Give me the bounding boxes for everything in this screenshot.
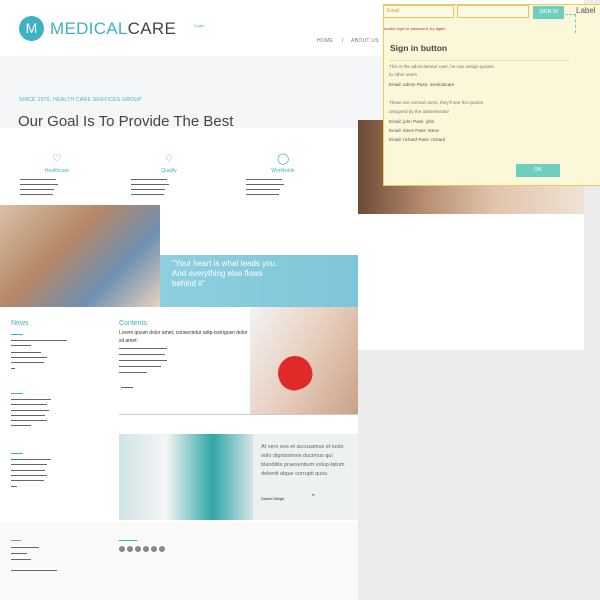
- contents-text-line: [119, 360, 167, 361]
- feature-text-line: [131, 179, 167, 180]
- admin-description-2: to other users: [389, 72, 418, 77]
- quote-mark-icon: ”: [312, 493, 315, 502]
- twitter-icon[interactable]: [151, 546, 157, 552]
- news-date: [11, 453, 23, 454]
- sign-in-button[interactable]: SIGN IN: [533, 6, 564, 19]
- hero-headline: Our Goal Is To Provide The Best: [18, 113, 234, 130]
- quote-text: "Your heart is what leads you. And every…: [172, 259, 278, 288]
- divider: [119, 414, 358, 415]
- globe-icon: ◯: [277, 153, 290, 165]
- admin-description: This is the administrator user, he can a…: [389, 64, 494, 69]
- read-more-link[interactable]: [121, 387, 133, 388]
- feature-text-line: [131, 184, 169, 185]
- footer-social-heading: [119, 540, 137, 541]
- diamond-icon: ♢: [164, 153, 174, 165]
- feature-quality-label: Quality: [161, 168, 177, 174]
- users-description: These are normal users, they'll see the …: [389, 100, 484, 105]
- news-text-line: [11, 486, 17, 487]
- news-date: [11, 393, 23, 394]
- nav-about[interactable]: ABOUT US: [351, 38, 379, 44]
- contents-text-line: [119, 354, 165, 355]
- news-text-line: [11, 357, 47, 358]
- footer-text-line: [11, 553, 27, 554]
- user-steve-credentials: Email: steve Pass: steve: [389, 128, 440, 133]
- footer-text-line: [11, 559, 31, 560]
- logo-text[interactable]: MEDICALCARE: [50, 19, 176, 39]
- social-icon-1[interactable]: [119, 546, 125, 552]
- label-text: Label: [576, 6, 596, 15]
- feature-text-line: [131, 189, 165, 190]
- panel-divider: [389, 60, 569, 61]
- footer-text-line: [11, 547, 39, 548]
- feature-text-line: [246, 189, 280, 190]
- testimonial-text: At vero eos et accusamus et iusto odio d…: [261, 444, 345, 477]
- news-text-line: [11, 340, 67, 341]
- user-richard-credentials: Email: richard Pass: richard: [389, 137, 446, 142]
- ok-button[interactable]: OK: [516, 164, 560, 177]
- news-text-line: [11, 475, 47, 476]
- logo-part2: CARE: [127, 19, 177, 38]
- feature-text-line: [131, 194, 164, 195]
- login-panel-title: Sign in button: [390, 43, 448, 53]
- news-text-line: [11, 480, 44, 481]
- news-text-line: [11, 410, 49, 411]
- logo-icon[interactable]: M: [19, 16, 44, 41]
- doctor-family-photo: [0, 205, 160, 307]
- social-icon-6[interactable]: [159, 546, 165, 552]
- news-date: [11, 334, 23, 335]
- users-description-2: assigned by the administrator: [389, 109, 450, 114]
- news-text-line: [11, 415, 45, 416]
- news-text-line: [11, 404, 47, 405]
- heart-icon: ♡: [52, 153, 62, 165]
- logo-part1: MEDICAL: [50, 19, 128, 38]
- news-text-line: [11, 425, 31, 426]
- news-title: News: [11, 320, 29, 327]
- user-john-credentials: Email: john Pass: john: [389, 119, 435, 124]
- nav-separator: /: [342, 38, 344, 44]
- news-text-line: [11, 464, 47, 465]
- email-field[interactable]: Email: [383, 5, 454, 18]
- footer-heading: [11, 540, 21, 541]
- news-text-line: [11, 459, 51, 460]
- news-text-line: [11, 368, 15, 369]
- error-message: invalid login or password, try again: [384, 26, 446, 31]
- news-text-line: [11, 352, 41, 353]
- contents-title: Contents: [119, 320, 148, 327]
- news-text-line: [11, 362, 44, 363]
- facebook-icon[interactable]: [127, 546, 133, 552]
- news-text-line: [11, 470, 45, 471]
- news-text-line: [11, 399, 51, 400]
- footer-copyright-line: [11, 570, 57, 571]
- feature-text-line: [20, 194, 53, 195]
- footer: [0, 522, 358, 600]
- login-link[interactable]: Login: [194, 23, 204, 28]
- feature-text-line: [246, 179, 282, 180]
- admin-credentials: Email: admin Pass: medicalcare: [389, 82, 455, 87]
- feature-text-line: [20, 184, 58, 185]
- feature-text-line: [246, 184, 284, 185]
- testimonial-author: Daniel Melge: [261, 496, 285, 501]
- nav-home[interactable]: HOME: [317, 38, 333, 44]
- nurses-photo: [119, 434, 253, 520]
- contents-text-line: [119, 348, 167, 349]
- news-text-line: [11, 420, 47, 421]
- feature-text-line: [20, 189, 54, 190]
- tumblr-icon[interactable]: [143, 546, 149, 552]
- contents-text-line: [119, 366, 161, 367]
- label-connector: [565, 14, 576, 33]
- contents-text-line: [119, 372, 147, 373]
- news-text-line: [11, 345, 31, 346]
- feature-healthcare-label: Healthcare: [44, 168, 70, 174]
- pinterest-icon[interactable]: [135, 546, 141, 552]
- feature-text-line: [20, 179, 56, 180]
- password-field[interactable]: [457, 5, 529, 18]
- feature-worldwide-label: Worldwide: [271, 168, 295, 174]
- contents-text: Lorem ipsum dolor amet, consectetur adip…: [119, 330, 248, 344]
- hero-tagline: SINCE 1970, HEALTH CARE SERVICES GROUP: [19, 97, 142, 103]
- feature-text-line: [246, 194, 279, 195]
